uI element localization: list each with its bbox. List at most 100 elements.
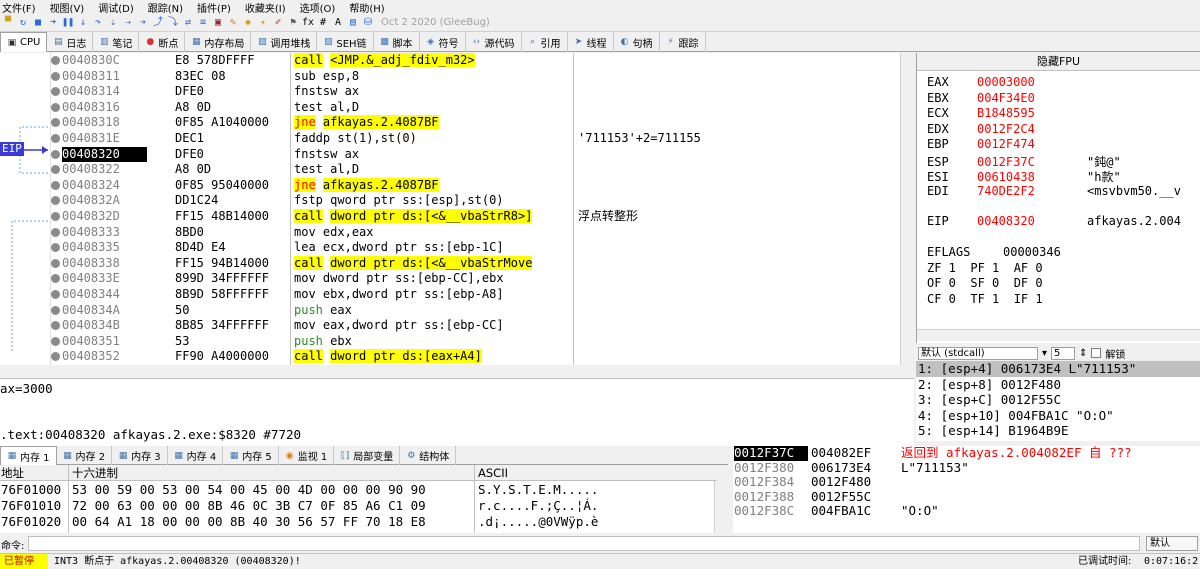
register-value[interactable]: 00003000 [977,75,1087,89]
breakpoint-dot[interactable] [51,102,60,112]
hash-icon[interactable]: # [317,17,329,29]
breakpoint-dot[interactable] [51,180,60,190]
register-value[interactable]: B1848595 [977,106,1087,120]
register-value[interactable]: 00000346 [1003,245,1061,259]
flags-row[interactable]: OF 0 SF 0 DF 0 [927,276,1043,292]
breakpoint-dot[interactable] [51,134,60,143]
stack-row[interactable]: 0012F388 0012F55C [733,489,1200,505]
register-value[interactable]: 0012F474 [977,137,1087,151]
database-icon[interactable]: ⛁ [362,17,374,29]
trace-over-icon[interactable]: ⇢ [122,17,134,29]
breakpoint-dot[interactable] [51,258,60,268]
execute-till-return-icon[interactable]: ⤴ [152,17,164,29]
call-arg-row[interactable]: 1: [esp+4] 006173E4 L"711153" [916,361,1200,377]
flags-row[interactable]: CF 0 TF 1 IF 1 [927,292,1043,308]
step-over-icon[interactable]: ↷ [92,17,104,29]
command-input[interactable] [28,536,1140,551]
pause-icon[interactable]: ❚❚ [62,17,74,29]
arg-count-spin[interactable]: 5 [1051,346,1076,360]
run-selection-icon[interactable]: ⤵ [167,17,179,29]
tab-call-stack[interactable]: ▧ 调用堆栈 [251,32,318,52]
disasm-row[interactable]: 00408311 83EC 08 sub esp,8 [0,69,900,85]
calculator-icon[interactable]: ▤ [347,17,359,29]
disasm-row[interactable]: 00408318 0F85 A1040000 jne afkayas.2.4087B… [0,115,900,131]
tab-script[interactable]: ▩ 脚本 [374,32,420,52]
run-to-user-icon[interactable]: ➔ [137,17,149,29]
breakpoint-dot[interactable] [51,352,60,362]
call-arg-row[interactable]: 5: [esp+14] B1964B9E [916,423,1200,439]
flags-row[interactable]: ZF 1 PF 1 AF 0 [927,261,1043,277]
register-value[interactable]: 00610438 [977,170,1087,184]
breakpoint-dot[interactable] [51,227,60,237]
function-icon[interactable]: fx [302,17,314,29]
trace-into-icon[interactable]: ⇣ [107,17,119,29]
patch-icon[interactable]: ◆ [242,17,254,29]
stack-view[interactable]: 0012F37C 004082EF 返回到 afkayas.2.004082EF 自… [733,446,1200,533]
step-into-icon[interactable]: ↓ [77,17,89,29]
breakpoint-dot[interactable] [51,196,60,206]
menu-item-2[interactable]: 调试(D) [98,0,134,15]
register-value[interactable]: 0012F37C [977,155,1087,169]
tab-handles[interactable]: ◐ 句柄 [614,32,660,52]
stack-row[interactable]: 0012F384 0012F480 [733,474,1200,490]
tab-memory-map[interactable]: ▦ 内存布局 [185,32,252,52]
register-value[interactable]: 00408320 [977,214,1087,228]
disasm-row[interactable]: 0040834A 50 push eax [0,303,900,319]
dump-tab-5[interactable]: ◉ 监视 1 [279,446,335,465]
tab-log[interactable]: ▤ 日志 [47,32,94,52]
breakpoint-dot[interactable] [51,212,60,221]
disasm-row[interactable]: 0040832D FF15 48B14000 call dword ptr ds:[… [0,209,900,225]
disasm-row[interactable]: 0040834B 8B85 34FFFFFF mov eax,dword ptr s… [0,318,900,334]
dump-tab-2[interactable]: ▦ 内存 3 [112,446,168,465]
dump-tab-1[interactable]: ▦ 内存 2 [57,446,113,465]
disasm-row[interactable]: 0040831E DEC1 faddp st(1),st(0) '711153'+2=… [0,131,900,147]
animate-icon[interactable]: ⇄ [182,17,194,29]
breakpoint-dot[interactable] [51,165,60,175]
dump-row[interactable]: 76F01020 00 64 A1 18 00 00 00 8B 40 30 56… [0,514,714,530]
breakpoint-dot[interactable] [51,305,60,315]
call-arg-row[interactable]: 2: [esp+8] 0012F480 [916,377,1200,393]
command-mode-select[interactable]: 默认 [1146,536,1198,551]
breakpoint-dot[interactable] [51,274,60,284]
menu-item-4[interactable]: 插件(P) [197,0,231,15]
disasm-row[interactable]: 00408352 FF90 A4000000 call dword ptr ds:[… [0,349,900,365]
disasm-row[interactable]: 00408335 8D4D E4 lea ecx,dword ptr ss:[ebp… [0,240,900,256]
disasm-row[interactable]: 0040830C E8 578DFFFF call <JMP.&_adj_fdiv_… [0,53,900,69]
dump-tab-4[interactable]: ▦ 内存 5 [223,446,279,465]
call-arg-row[interactable]: 3: [esp+C] 0012F55C [916,392,1200,408]
font-icon[interactable]: A [332,17,344,29]
tab-trace[interactable]: ⚡ 跟踪 [660,32,706,52]
callconv-select[interactable]: 默认 (stdcall) [918,346,1038,360]
breakpoint-dot[interactable] [51,56,60,65]
disasm-row[interactable]: 0040833E 899D 34FFFFFF mov dword ptr ss:[e… [0,271,900,287]
register-value[interactable]: 740DE2F2 [977,184,1087,198]
disasm-row[interactable]: 00408344 8B9D 58FFFFFF mov ebx,dword ptr s… [0,287,900,303]
breakpoint-dot[interactable] [51,118,60,128]
tab-source[interactable]: ‹› 源代码 [466,32,522,52]
memory-dump[interactable]: 地址 十六进制 ASCII 76F01000 53 00 59 00 53 00 … [0,465,716,533]
register-value[interactable]: 004F34E0 [977,91,1087,105]
disasm-row[interactable]: 00408320 DFE0 fnstsw ax [0,146,900,163]
chevron-down-icon[interactable]: ▾ [1042,348,1047,359]
breakpoint-dot[interactable] [51,87,60,97]
disasm-row[interactable]: 00408351 53 push ebx [0,334,900,350]
stack-row[interactable]: 0012F38C 004FBA1C "O:O" [733,503,1200,519]
menu-item-1[interactable]: 视图(V) [50,0,85,15]
tab-seh[interactable]: ▨ SEH链 [317,32,374,52]
dump-row[interactable]: 76F01000 53 00 59 00 53 00 54 00 45 00 4D… [0,482,714,498]
disasm-row[interactable]: 0040832A DD1C24 fstp qword ptr ss:[esp],st… [0,193,900,209]
bookmark-icon[interactable]: ⚑ [287,17,299,29]
breakpoint-dot[interactable] [51,321,60,331]
stack-row[interactable]: 0012F380 006173E4 L"711153" [733,460,1200,476]
menu-item-3[interactable]: 跟踪(N) [148,0,183,15]
breakpoint-dot[interactable] [51,336,60,346]
run-icon[interactable]: ➜ [47,17,59,29]
restart-icon[interactable]: ↻ [17,17,29,29]
menu-item-0[interactable]: 文件(F) [2,0,36,15]
stepover-icon-2[interactable]: ≡ [197,17,209,29]
tab-notes[interactable]: ▥ 笔记 [93,32,140,52]
stop-icon[interactable]: ■ [32,17,44,29]
dump-tab-0[interactable]: ▦ 内存 1 [0,446,57,465]
open-icon[interactable]: ▀ [2,17,14,29]
disasm-row[interactable]: 00408316 A8 0D test al,D [0,100,900,116]
